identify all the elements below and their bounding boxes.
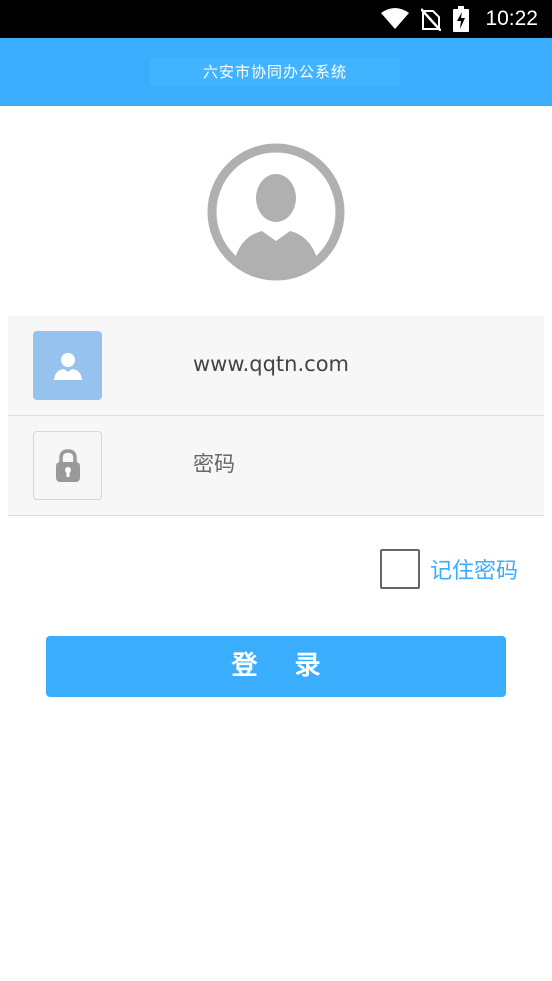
password-field[interactable]: 密码 (193, 416, 235, 515)
status-bar: 10:22 (0, 0, 552, 38)
password-row[interactable]: 密码 (8, 416, 544, 516)
lock-icon (33, 431, 102, 500)
wifi-icon (381, 8, 410, 30)
page-title: 六安市协同办公系统 (150, 58, 400, 86)
remember-checkbox[interactable] (380, 549, 420, 589)
login-form: www.qqtn.com 密码 (8, 316, 544, 516)
username-row[interactable]: www.qqtn.com (8, 316, 544, 416)
status-icons: 10:22 (381, 0, 538, 38)
battery-charging-icon (453, 6, 470, 32)
login-button[interactable]: 登 录 (46, 636, 506, 697)
remember-password[interactable]: 记住密码 (380, 547, 518, 591)
status-time: 10:22 (485, 7, 538, 30)
remember-label[interactable]: 记住密码 (430, 553, 518, 585)
user-icon (33, 331, 102, 400)
app-header: 六安市协同办公系统 (0, 38, 552, 106)
avatar (207, 143, 345, 281)
username-field[interactable]: www.qqtn.com (193, 316, 349, 415)
no-sim-icon (421, 7, 442, 31)
